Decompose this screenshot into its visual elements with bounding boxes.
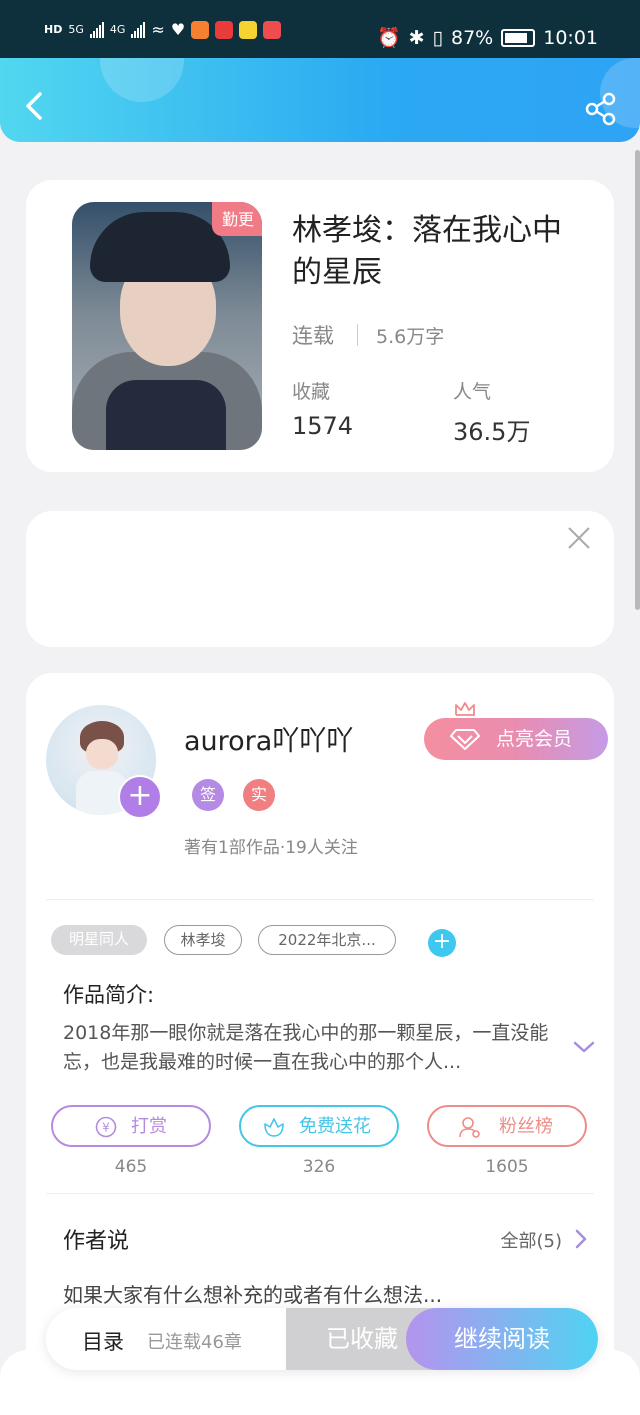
book-cover[interactable]: 勤更 (72, 202, 262, 450)
flower-icon (264, 1118, 284, 1137)
share-icon[interactable] (584, 92, 618, 126)
fan-ranking-label: 粉丝榜 (499, 1116, 553, 1137)
wifi-icon: ≈ (151, 20, 165, 39)
vibrate-icon: ▯ (432, 26, 443, 49)
author-says-text[interactable]: 如果大家有什么想补充的或者有什么想法... (63, 1279, 442, 1308)
status-left-icons: HD 5G 4G ≈ ♥ (44, 20, 282, 39)
update-badge: 勤更 (211, 202, 262, 236)
battery-percent: 87% (451, 26, 494, 49)
app-icon-yellow (239, 20, 258, 39)
battery-icon (501, 28, 536, 47)
back-arrow-icon[interactable] (20, 88, 50, 124)
status-right-icons: ⏰ ✱ ▯ 87% 10:01 (376, 26, 598, 50)
health-icon: ♥ (170, 20, 186, 39)
tip-count: 465 (114, 1157, 148, 1177)
author-card: + aurora吖吖吖 签 实 著有1部作品·19人关注 点亮会员 明星同人 林… (26, 673, 614, 1413)
tip-button[interactable]: ¥ 打赏 (51, 1105, 211, 1147)
favorites-label: 收藏 (292, 381, 331, 403)
divider (46, 899, 594, 900)
intro-text[interactable]: 2018年那一眼你就是落在我心中的那一颗星辰，一直没能忘，也是我最难的时候一直在… (63, 1019, 553, 1077)
book-title: 林孝埈：落在我心中的星辰 (292, 213, 562, 290)
signal-icon-2 (131, 21, 146, 38)
yuan-coin-icon: ¥ (95, 1116, 117, 1138)
tag-chip[interactable]: 2022年北京... (258, 925, 396, 955)
popularity-label: 人气 (453, 381, 492, 403)
scrollbar[interactable] (635, 150, 640, 610)
tip-label: 打赏 (131, 1116, 167, 1137)
divider (357, 324, 358, 346)
chevron-right-icon[interactable] (574, 1228, 588, 1250)
chevron-down-icon[interactable] (572, 1039, 596, 1055)
weibo-icon (215, 20, 234, 39)
continue-reading-button[interactable]: 继续阅读 (406, 1308, 598, 1370)
table-of-contents-button[interactable]: 目录 (82, 1326, 124, 1356)
book-word-count: 5.6万字 (376, 326, 445, 348)
decor-bubble (100, 58, 184, 102)
send-flower-label: 免费送花 (299, 1116, 371, 1137)
hd-label: HD (44, 23, 63, 36)
tag-chip[interactable]: 明星同人 (51, 925, 147, 955)
fan-count: 1605 (485, 1157, 529, 1177)
author-name[interactable]: aurora吖吖吖 (184, 719, 353, 758)
alarm-icon: ⏰ (376, 27, 401, 49)
bottom-action-bar: 目录 已连载46章 已收藏 继续阅读 (46, 1308, 598, 1370)
avatar-art-face (86, 739, 118, 769)
chapter-count: 已连载46章 (147, 1332, 242, 1353)
send-flower-button[interactable]: 免费送花 (239, 1105, 399, 1147)
app-icon-orange (191, 20, 210, 39)
cover-art-cap (90, 212, 230, 282)
signed-badge: 签 (192, 779, 224, 811)
divider (46, 1193, 594, 1194)
svg-text:¥: ¥ (102, 1121, 110, 1135)
flower-count: 326 (302, 1157, 336, 1177)
status-bar: HD 5G 4G ≈ ♥ ⏰ ✱ ▯ 87% 10:01 (0, 0, 640, 62)
author-says-all-link[interactable]: 全部(5) (501, 1227, 563, 1253)
diamond-icon (450, 729, 480, 750)
net-gen-1: 5G (68, 23, 84, 36)
book-status: 连载 (292, 324, 334, 348)
close-icon[interactable] (566, 525, 592, 551)
bluetooth-icon: ✱ (408, 26, 425, 49)
vip-button[interactable]: 点亮会员 (424, 718, 608, 760)
fan-ranking-button[interactable]: 粉丝榜 (427, 1105, 587, 1147)
vip-button-label: 点亮会员 (496, 728, 573, 750)
cover-art-jacket (106, 380, 226, 450)
tag-chip[interactable]: 林孝埈 (164, 925, 242, 955)
favorites-value: 1574 (292, 412, 354, 440)
net-gen-2: 4G (109, 23, 126, 36)
author-stats: 著有1部作品·19人关注 (184, 838, 358, 858)
clock: 10:01 (543, 26, 598, 49)
signal-icon (89, 21, 104, 38)
app-icon-red (263, 20, 282, 39)
crown-icon (455, 702, 475, 716)
add-tag-button[interactable]: + (428, 929, 456, 957)
follow-plus-button[interactable]: + (118, 775, 162, 819)
ad-placeholder-card (26, 511, 614, 647)
verified-badge: 实 (243, 779, 275, 811)
author-says-label: 作者说 (63, 1229, 130, 1254)
user-icon (459, 1117, 480, 1138)
top-header (0, 58, 640, 142)
book-info-card: 勤更 林孝埈：落在我心中的星辰 连载 5.6万字 收藏 1574 人气 36.5… (26, 180, 614, 472)
popularity-value: 36.5万 (453, 418, 531, 446)
intro-label: 作品简介: (63, 983, 155, 1007)
